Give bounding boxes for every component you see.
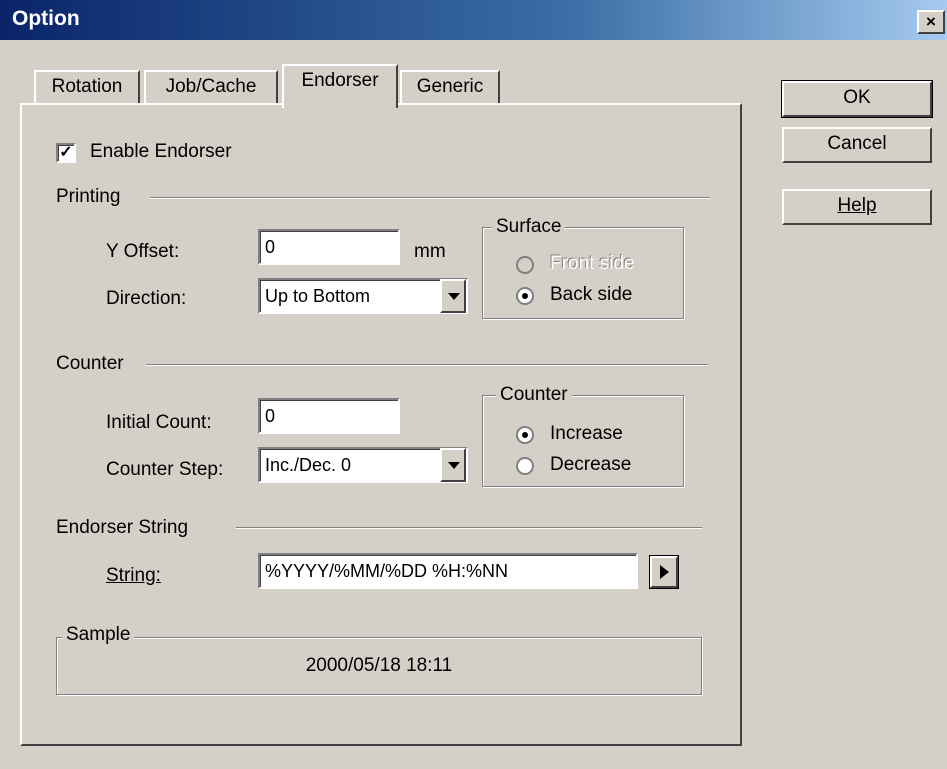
tab-job-cache[interactable]: Job/Cache: [144, 70, 278, 104]
direction-select-value: Up to Bottom: [265, 286, 371, 306]
endorser-string-input[interactable]: %YYYY/%MM/%DD %H:%NN: [258, 553, 638, 589]
direction-dropdown-arrow-icon[interactable]: [440, 279, 466, 313]
increase-label[interactable]: Increase: [550, 423, 623, 445]
counter-divider: [146, 364, 708, 366]
window-title: Option: [12, 7, 80, 30]
increase-radio[interactable]: [516, 426, 534, 444]
endorser-string-heading: Endorser String: [56, 517, 189, 538]
counter-step-value: Inc./Dec. 0: [265, 455, 352, 475]
counter-direction-legend: Counter: [496, 384, 572, 406]
tab-rotation[interactable]: Rotation: [34, 70, 140, 104]
initial-count-input[interactable]: 0: [258, 398, 400, 434]
cancel-button[interactable]: Cancel: [782, 127, 932, 163]
back-side-label[interactable]: Back side: [550, 284, 632, 306]
printing-divider: [150, 197, 710, 199]
front-side-label: Front side: [550, 253, 635, 274]
close-icon: ×: [926, 12, 936, 31]
direction-select[interactable]: Up to Bottom: [258, 278, 468, 314]
enable-endorser-checkbox[interactable]: ✓: [56, 143, 76, 163]
help-button[interactable]: Help: [782, 189, 932, 225]
title-bar: [0, 0, 947, 40]
endorser-string-divider: [236, 527, 702, 529]
y-offset-unit: mm: [414, 241, 446, 262]
initial-count-label: Initial Count:: [106, 412, 212, 433]
insert-variable-button[interactable]: [649, 555, 679, 589]
printing-heading: Printing: [56, 186, 121, 207]
decrease-label[interactable]: Decrease: [550, 454, 631, 476]
ok-button[interactable]: OK: [781, 80, 933, 118]
sample-value: 2000/05/18 18:11: [305, 655, 453, 676]
y-offset-label: Y Offset:: [106, 241, 180, 262]
surface-legend: Surface: [492, 216, 566, 238]
direction-label: Direction:: [106, 288, 187, 309]
counter-heading: Counter: [56, 353, 124, 374]
back-side-radio[interactable]: [516, 287, 534, 305]
counter-step-select[interactable]: Inc./Dec. 0: [258, 447, 468, 483]
tab-endorser[interactable]: Endorser: [282, 64, 398, 108]
counter-step-label: Counter Step:: [106, 459, 224, 480]
decrease-radio[interactable]: [516, 457, 534, 475]
counter-step-dropdown-arrow-icon[interactable]: [440, 448, 466, 482]
string-label: String:: [106, 565, 161, 586]
checkmark-icon: ✓: [59, 144, 73, 161]
tab-generic[interactable]: Generic: [400, 70, 500, 104]
enable-endorser-label[interactable]: Enable Endorser: [90, 141, 232, 163]
front-side-radio[interactable]: [516, 256, 534, 274]
close-button[interactable]: ×: [917, 10, 945, 34]
y-offset-input[interactable]: 0: [258, 229, 400, 265]
sample-legend: Sample: [62, 624, 135, 646]
